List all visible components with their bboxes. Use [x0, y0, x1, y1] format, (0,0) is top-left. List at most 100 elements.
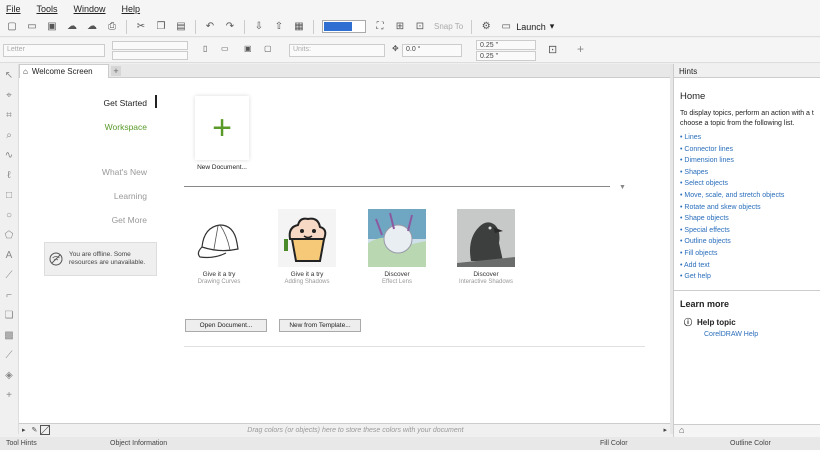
zoom-level-dropdown[interactable] — [322, 20, 366, 33]
hint-link-dimension-lines[interactable]: Dimension lines — [680, 155, 820, 167]
card-drawing-curves[interactable]: Give it a try Drawing Curves — [189, 209, 249, 285]
fill-tool-icon[interactable]: ◈ — [5, 370, 13, 381]
full-screen-icon[interactable]: ⛶ — [374, 21, 386, 33]
fit-page-icon[interactable]: ⊞ — [394, 21, 406, 33]
paper-size-dropdown[interactable]: Letter — [3, 44, 105, 57]
hint-link-shapes[interactable]: Shapes — [680, 167, 820, 179]
hint-link-outline-objects[interactable]: Outline objects — [680, 236, 820, 248]
zoom-tool-icon[interactable]: ⌕ — [6, 130, 12, 141]
offline-text: You are offline. Some resources are unav… — [69, 251, 146, 266]
export-icon[interactable]: ⇧ — [273, 21, 285, 33]
lock-icon[interactable]: ⌂ — [679, 425, 684, 435]
ellipse-tool-icon[interactable]: ○ — [6, 210, 12, 221]
hints-intro-line-1: To display topics, perform an action wit… — [680, 110, 814, 117]
palette-arrow-icon[interactable]: ▸ — [22, 426, 26, 434]
card-effect-lens[interactable]: Discover Effect Lens — [367, 209, 427, 285]
duplicate-x-field[interactable]: 0.25 " — [476, 40, 536, 50]
text-tool-icon[interactable]: A — [6, 250, 13, 261]
nav-learning[interactable]: Learning — [114, 191, 147, 201]
palette-scroll-icon[interactable]: ▸ — [663, 426, 667, 434]
new-from-template-button[interactable]: New from Template... — [279, 319, 361, 332]
redo-icon[interactable]: ↷ — [224, 21, 236, 33]
new-document-icon[interactable]: ▢ — [6, 21, 18, 33]
duplicate-y-field[interactable]: 0.25 " — [476, 51, 536, 61]
nav-workspace[interactable]: Workspace — [105, 122, 147, 132]
hint-link-add-text[interactable]: Add text — [680, 260, 820, 272]
page-frame-icon[interactable]: ⊡ — [548, 43, 557, 56]
rectangle-tool-icon[interactable]: □ — [6, 190, 12, 201]
current-page-icon[interactable]: ▢ — [264, 44, 272, 53]
fill-color-status: Fill Color — [600, 440, 628, 447]
all-pages-icon[interactable]: ▣ — [244, 44, 252, 53]
no-color-swatch[interactable] — [40, 425, 51, 435]
menu-file[interactable]: File — [6, 4, 21, 14]
cloud-upload-icon[interactable]: ☁ — [66, 21, 78, 33]
parallel-dimension-icon[interactable]: ⟋ — [6, 270, 13, 281]
freehand-tool-icon[interactable]: ∿ — [5, 150, 13, 161]
undo-icon[interactable]: ↶ — [204, 21, 216, 33]
crop-tool-icon[interactable]: ⌗ — [6, 110, 12, 121]
connector-tool-icon[interactable]: ⌐ — [6, 290, 12, 301]
tab-welcome-screen[interactable]: ⌂ Welcome Screen — [19, 64, 109, 78]
chevron-down-icon[interactable]: ▼ — [619, 184, 626, 191]
card-subtitle: Adding Shadows — [284, 279, 330, 285]
paste-icon[interactable]: ▤ — [175, 21, 187, 33]
add-tool-icon[interactable]: + — [6, 390, 12, 401]
hint-link-lines[interactable]: Lines — [680, 132, 820, 144]
artistic-media-icon[interactable]: ℓ — [7, 170, 10, 181]
cloud-download-icon[interactable]: ☁ — [86, 21, 98, 33]
property-bar: Letter ▯ ▭ ▣ ▢ Units: ✥ 0.0 ° 0.25 " 0.2… — [0, 38, 820, 63]
hint-link-connector-lines[interactable]: Connector lines — [680, 144, 820, 156]
card-adding-shadows[interactable]: Give it a try Adding Shadows — [277, 209, 337, 285]
portrait-icon[interactable]: ▯ — [203, 44, 207, 53]
options-gear-icon[interactable]: ⚙ — [480, 21, 492, 33]
hint-link-special-effects[interactable]: Special effects — [680, 225, 820, 237]
rotation-field[interactable]: 0.0 ° — [402, 44, 462, 57]
publish-pdf-icon[interactable]: ▦ — [293, 21, 305, 33]
shape-tool-icon[interactable]: ⌖ — [6, 90, 12, 101]
nudge-icon: ✥ — [392, 44, 399, 53]
print-icon[interactable]: ⎙ — [106, 21, 118, 33]
page-height-field[interactable] — [112, 51, 188, 60]
hint-link-select-objects[interactable]: Select objects — [680, 178, 820, 190]
hint-link-shape-objects[interactable]: Shape objects — [680, 213, 820, 225]
units-dropdown[interactable]: Units: — [289, 44, 385, 57]
polygon-tool-icon[interactable]: ⬠ — [5, 230, 14, 241]
cut-icon[interactable]: ✂ — [135, 21, 147, 33]
open-folder-icon[interactable]: ▭ — [26, 21, 38, 33]
landscape-icon[interactable]: ▭ — [221, 44, 229, 53]
new-document-card[interactable]: + New Document... — [195, 96, 249, 174]
open-document-button[interactable]: Open Document... — [185, 319, 267, 332]
hint-link-get-help[interactable]: Get help — [680, 271, 820, 283]
snap-icon[interactable]: ⊡ — [414, 21, 426, 33]
transparency-icon[interactable]: ▩ — [4, 330, 13, 341]
snap-to-dropdown[interactable]: Snap To — [434, 22, 463, 31]
launch-button[interactable]: ▭ Launch ▾ — [500, 21, 554, 33]
drop-shadow-icon[interactable]: ❏ — [5, 310, 14, 321]
save-icon[interactable]: ▣ — [46, 21, 58, 33]
coreldraw-help-link[interactable]: CorelDRAW Help — [704, 331, 820, 338]
new-tab-button[interactable]: + — [111, 66, 121, 76]
copy-icon[interactable]: ❐ — [155, 21, 167, 33]
menu-window[interactable]: Window — [74, 4, 106, 14]
offline-notice: You are offline. Some resources are unav… — [44, 242, 157, 276]
import-icon[interactable]: ⇩ — [253, 21, 265, 33]
hint-link-rotate-skew[interactable]: Rotate and skew objects — [680, 202, 820, 214]
nav-get-started[interactable]: Get Started — [104, 98, 147, 108]
hints-intro: To display topics, perform an action wit… — [680, 109, 820, 129]
hint-link-move-scale-stretch[interactable]: Move, scale, and stretch objects — [680, 190, 820, 202]
launch-label: Launch — [516, 21, 546, 32]
hint-link-fill-objects[interactable]: Fill objects — [680, 248, 820, 260]
page-width-field[interactable] — [112, 41, 188, 50]
menu-help[interactable]: Help — [122, 4, 141, 14]
pick-tool-icon[interactable]: ↖ — [5, 70, 13, 81]
effect-lens-thumbnail — [368, 209, 426, 267]
card-interactive-shadows[interactable]: Discover Interactive Shadows — [456, 209, 516, 285]
nav-get-more[interactable]: Get More — [112, 215, 147, 225]
card-title: Discover — [473, 271, 499, 278]
nav-whats-new[interactable]: What's New — [102, 167, 147, 177]
menu-tools[interactable]: Tools — [37, 4, 58, 14]
eyedropper-icon[interactable]: ⟋ — [6, 350, 13, 361]
eyedropper-icon[interactable]: ✎ — [32, 426, 38, 434]
add-icon[interactable]: + — [577, 42, 584, 56]
